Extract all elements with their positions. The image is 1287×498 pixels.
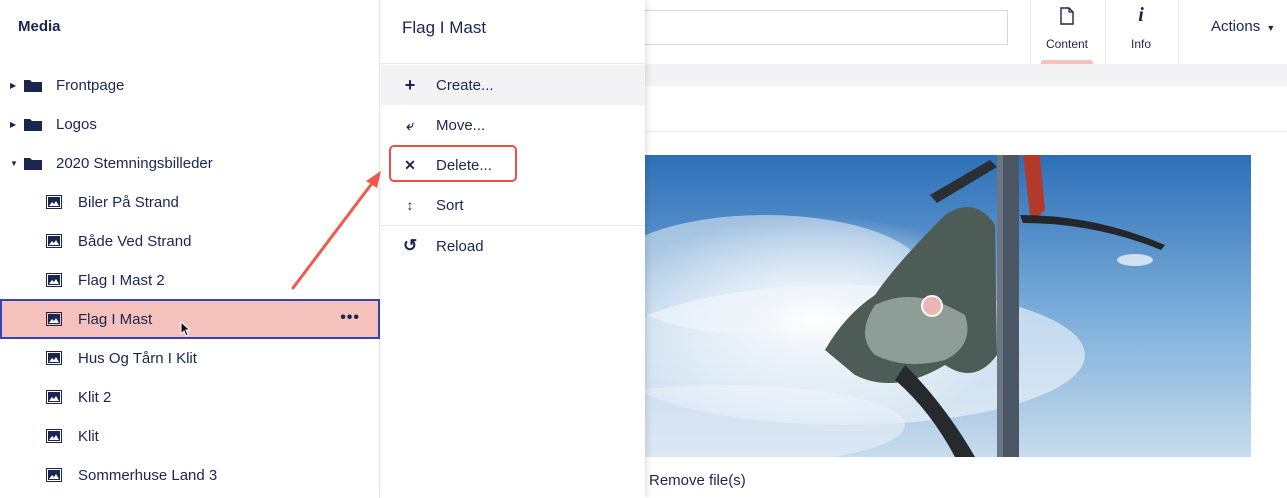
annotation-arrow <box>291 171 381 290</box>
